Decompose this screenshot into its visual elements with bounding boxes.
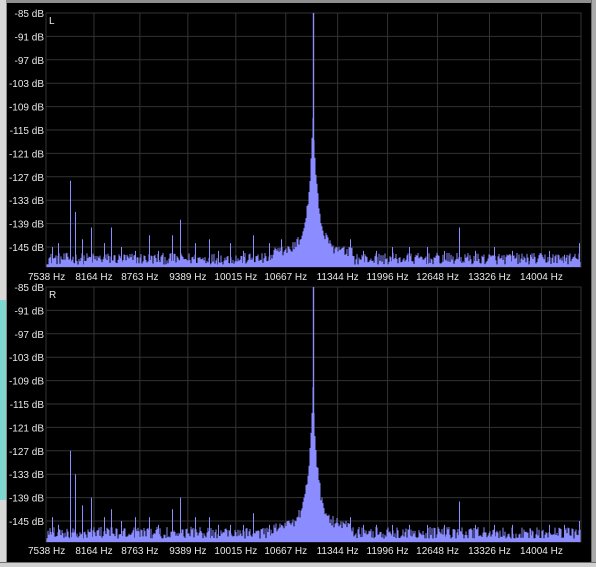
y-tick-label: -115 dB	[10, 400, 45, 411]
spectrum-trace	[46, 13, 581, 267]
x-tick-label: 11344 Hz	[317, 546, 359, 557]
channel-label: R	[49, 290, 56, 301]
y-tick-label: -127 dB	[9, 447, 44, 458]
x-tick-label: 7538 Hz	[28, 546, 65, 557]
y-tick-label: -91 dB	[15, 306, 45, 317]
x-tick-label: 14004 Hz	[520, 546, 563, 557]
x-tick-label: 10015 Hz	[214, 546, 257, 557]
y-tick-label: -121 dB	[9, 423, 44, 434]
channel-label: L	[49, 16, 55, 27]
x-tick-label: 11996 Hz	[367, 272, 409, 283]
x-tick-label: 9389 Hz	[169, 546, 206, 557]
y-tick-label: -103 dB	[9, 79, 44, 90]
x-tick-label: 8763 Hz	[121, 546, 158, 557]
x-tick-label: 9389 Hz	[169, 272, 206, 283]
y-tick-label: -127 dB	[9, 173, 44, 184]
y-tick-label: -85 dB	[15, 9, 45, 20]
y-tick-label: -109 dB	[9, 377, 44, 388]
x-tick-label: 7538 Hz	[28, 272, 65, 283]
y-tick-label: -145 dB	[9, 517, 44, 528]
x-tick-label: 10667 Hz	[264, 272, 307, 283]
x-tick-label: 10015 Hz	[214, 272, 257, 283]
x-tick-label: 14004 Hz	[520, 272, 563, 283]
x-tick-label: 8164 Hz	[75, 546, 112, 557]
y-tick-label: -139 dB	[9, 494, 44, 505]
y-tick-label: -121 dB	[9, 149, 44, 160]
x-tick-label: 12648 Hz	[416, 272, 459, 283]
window-right-border[interactable]	[591, 0, 596, 567]
y-tick-label: -91 dB	[15, 32, 45, 43]
y-tick-label: -115 dB	[10, 126, 45, 137]
y-tick-label: -85 dB	[15, 283, 45, 294]
x-tick-label: 12648 Hz	[416, 546, 459, 557]
y-tick-label: -133 dB	[9, 470, 44, 481]
x-tick-label: 8763 Hz	[121, 272, 158, 283]
x-tick-label: 13326 Hz	[468, 546, 511, 557]
y-tick-label: -139 dB	[9, 220, 44, 231]
x-tick-label: 8164 Hz	[75, 272, 112, 283]
x-tick-label: 10667 Hz	[264, 546, 307, 557]
y-tick-label: -103 dB	[9, 353, 44, 364]
x-tick-label: 11344 Hz	[317, 272, 359, 283]
x-tick-label: 11996 Hz	[367, 546, 409, 557]
y-tick-label: -97 dB	[15, 330, 45, 341]
window-bottom-border[interactable]	[0, 562, 596, 567]
spectrum-panel-left: -85 dB -91 dB -97 dB -103 dB -109 dB -115 dB -…	[9, 9, 582, 283]
y-tick-label: -133 dB	[9, 196, 44, 207]
x-tick-label: 13326 Hz	[468, 272, 511, 283]
y-tick-label: -97 dB	[15, 56, 45, 67]
spectrum-trace	[46, 287, 581, 542]
y-tick-label: -109 dB	[9, 103, 44, 114]
spectrum-analyzer: -85 dB -91 dB -97 dB -103 dB -109 dB -115 dB -…	[9, 9, 582, 557]
spectrum-panel-right: -85 dB -91 dB -97 dB -103 dB -109 dB -115 dB -…	[9, 283, 582, 557]
y-tick-label: -145 dB	[9, 243, 44, 254]
